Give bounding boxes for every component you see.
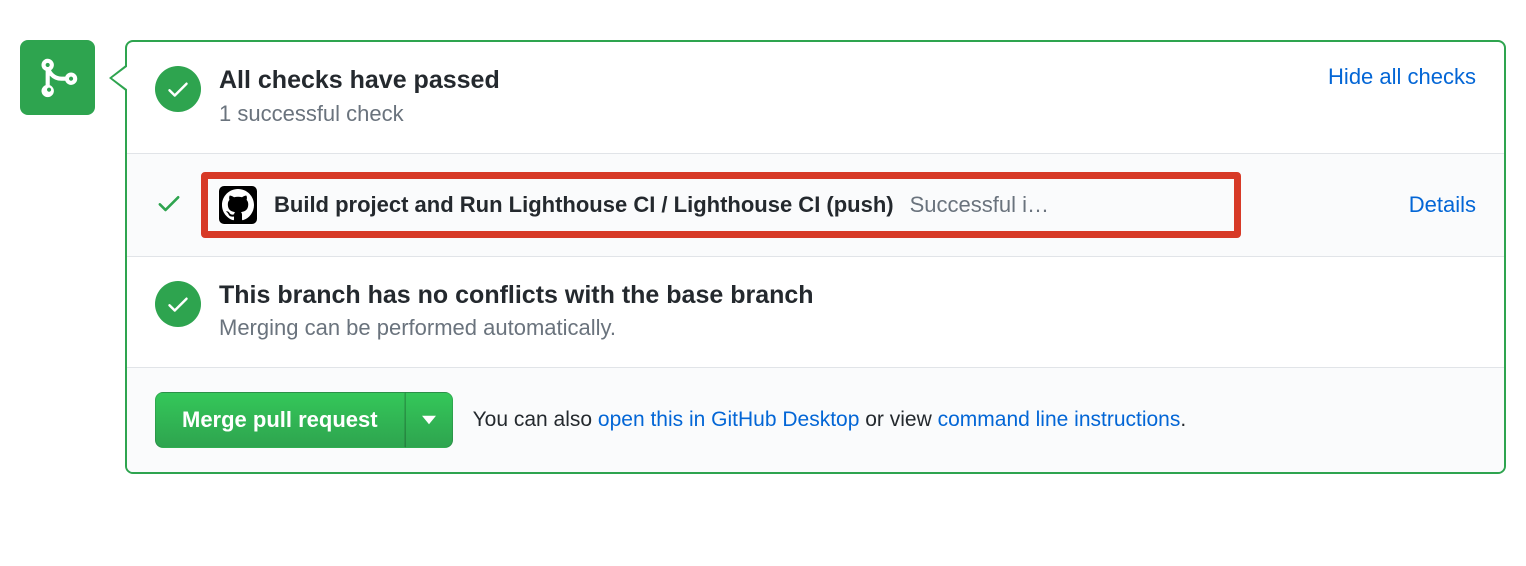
check-name: Build project and Run Lighthouse CI / Li… <box>274 192 894 218</box>
conflicts-title: This branch has no conflicts with the ba… <box>219 279 1476 312</box>
checks-summary-section: All checks have passed 1 successful chec… <box>127 42 1504 153</box>
highlighted-check: Build project and Run Lighthouse CI / Li… <box>201 172 1241 238</box>
checks-title: All checks have passed <box>219 64 1294 97</box>
merge-dropdown-button[interactable] <box>405 392 453 448</box>
check-circle-icon <box>155 66 201 112</box>
conflicts-subtitle: Merging can be performed automatically. <box>219 315 1476 341</box>
speech-arrow <box>109 64 127 92</box>
conflicts-section: This branch has no conflicts with the ba… <box>127 257 1504 368</box>
check-details-link[interactable]: Details <box>1409 192 1476 218</box>
merge-status-container: All checks have passed 1 successful chec… <box>20 40 1506 474</box>
check-item-row: Build project and Run Lighthouse CI / Li… <box>127 153 1504 257</box>
command-line-instructions-link[interactable]: command line instructions <box>938 408 1181 431</box>
open-github-desktop-link[interactable]: open this in GitHub Desktop <box>598 408 859 431</box>
merge-button-group: Merge pull request <box>155 392 453 448</box>
git-merge-icon <box>20 40 95 115</box>
merge-footer: Merge pull request You can also open thi… <box>127 367 1504 472</box>
checks-subtitle: 1 successful check <box>219 101 1294 127</box>
check-status: Successful i… <box>910 192 1049 218</box>
check-circle-icon <box>155 281 201 327</box>
merge-hint-text: You can also open this in GitHub Desktop… <box>473 408 1187 432</box>
check-icon <box>155 189 183 220</box>
caret-down-icon <box>422 415 436 425</box>
merge-pull-request-button[interactable]: Merge pull request <box>155 392 405 448</box>
github-icon <box>218 185 258 225</box>
hide-checks-link[interactable]: Hide all checks <box>1328 64 1476 90</box>
merge-box: All checks have passed 1 successful chec… <box>125 40 1506 474</box>
